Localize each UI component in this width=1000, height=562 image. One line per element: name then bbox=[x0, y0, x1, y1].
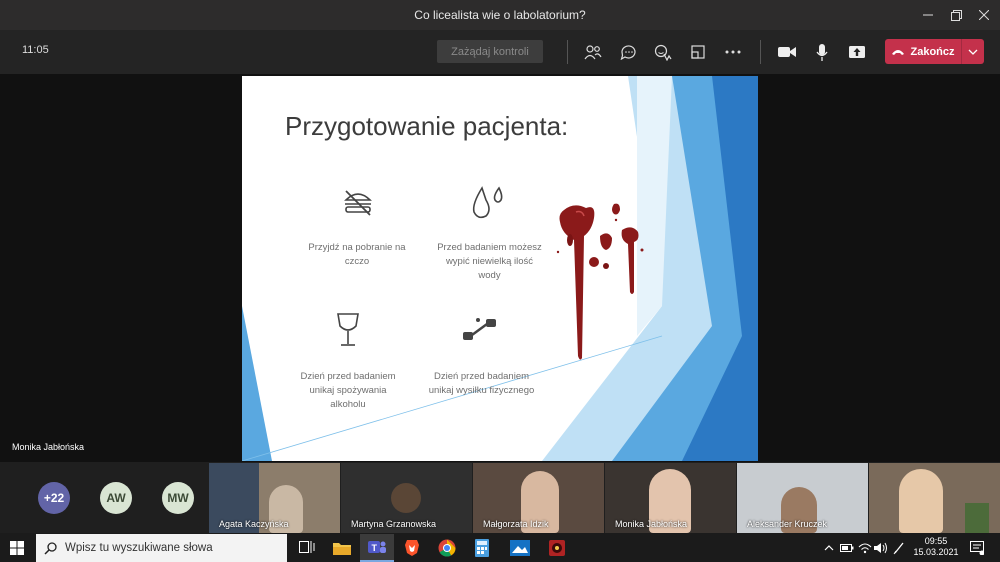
end-call-options-button[interactable] bbox=[962, 39, 984, 64]
search-icon bbox=[44, 541, 57, 555]
taskbar-search-box[interactable]: Wpisz tu wyszukiwane słowa bbox=[36, 534, 287, 562]
plant-background bbox=[965, 503, 989, 533]
notifications-icon bbox=[970, 541, 984, 555]
participant-name: Monika Jabłońska bbox=[615, 519, 688, 529]
participant-avatar-image bbox=[391, 483, 421, 513]
svg-text:T: T bbox=[372, 543, 378, 553]
window-title: Co licealista wie o labolatorium? bbox=[414, 8, 586, 22]
share-screen-button[interactable] bbox=[844, 39, 870, 65]
taskbar-app-photos[interactable] bbox=[503, 534, 537, 562]
hang-up-icon bbox=[892, 49, 905, 55]
battery-tray-icon[interactable] bbox=[838, 539, 856, 557]
share-icon bbox=[849, 46, 865, 58]
start-button[interactable] bbox=[0, 534, 34, 562]
battery-icon bbox=[840, 544, 854, 552]
taskbar-date: 15.03.2021 bbox=[913, 547, 959, 557]
participant-video-tile[interactable]: Aleksander Kruczek bbox=[737, 463, 868, 533]
breakout-rooms-button[interactable] bbox=[685, 39, 711, 65]
end-call-label: Zakończ bbox=[910, 45, 955, 58]
calculator-icon bbox=[475, 539, 489, 557]
participant-video-tile[interactable]: Martyna Grzanowska bbox=[341, 463, 472, 533]
rooms-icon bbox=[691, 45, 705, 59]
chat-button[interactable] bbox=[615, 39, 641, 65]
volume-icon bbox=[874, 542, 887, 554]
wifi-icon bbox=[858, 543, 872, 554]
participant-name: Martyna Grzanowska bbox=[351, 519, 437, 529]
no-food-icon bbox=[344, 190, 372, 216]
toolbar-divider bbox=[567, 40, 568, 64]
reactions-button[interactable] bbox=[650, 39, 676, 65]
presentation-slide: Przygotowanie pacjenta: Przyjdź na pobra… bbox=[242, 76, 758, 461]
close-button[interactable] bbox=[968, 0, 1000, 30]
teams-icon: T bbox=[368, 541, 386, 553]
reactions-icon bbox=[654, 44, 672, 61]
microphone-button[interactable] bbox=[809, 39, 835, 65]
participants-icon bbox=[584, 45, 602, 60]
taskbar-time: 09:55 bbox=[924, 536, 948, 546]
taskbar-app-teams[interactable]: T bbox=[360, 534, 394, 562]
camera-button[interactable] bbox=[774, 39, 800, 65]
avatar[interactable]: AW bbox=[100, 482, 132, 514]
presenter-name: Monika Jabłońska bbox=[12, 442, 85, 452]
participant-name: Aleksander Kruczek bbox=[747, 519, 828, 529]
request-control-button[interactable]: Zażądaj kontroli bbox=[437, 40, 543, 63]
search-placeholder: Wpisz tu wyszukiwane słowa bbox=[65, 542, 213, 554]
more-icon bbox=[725, 50, 741, 54]
action-center-button[interactable] bbox=[968, 539, 986, 557]
more-options-button[interactable] bbox=[720, 39, 746, 65]
call-duration: 11:05 bbox=[22, 44, 49, 56]
chevron-up-icon bbox=[824, 545, 834, 551]
participant-name: Agata Kaczyńska bbox=[219, 519, 289, 529]
slide-item-caption: Przed badaniem możesz wypić niewielką il… bbox=[437, 242, 542, 281]
chat-icon bbox=[620, 45, 636, 60]
taskbar-app-file-explorer[interactable] bbox=[325, 534, 359, 562]
taskbar-app-chrome[interactable] bbox=[430, 534, 464, 562]
taskbar-app-game[interactable] bbox=[540, 534, 574, 562]
slide-item-caption: Dzień przed badaniem unikaj wysiłku fizy… bbox=[428, 371, 535, 396]
end-call-button[interactable]: Zakończ bbox=[885, 39, 984, 64]
chevron-down-icon bbox=[968, 49, 978, 55]
participant-silhouette bbox=[899, 469, 943, 533]
minimize-icon bbox=[923, 14, 933, 16]
game-icon bbox=[549, 540, 565, 556]
windows-logo-icon bbox=[10, 541, 24, 555]
chrome-icon bbox=[438, 539, 456, 557]
avatar[interactable]: MW bbox=[162, 482, 194, 514]
taskbar-app-brave[interactable] bbox=[395, 534, 429, 562]
participant-name: Małgorzata Idzik bbox=[483, 519, 549, 529]
wine-glass-icon bbox=[337, 313, 359, 346]
folder-icon bbox=[333, 543, 351, 555]
task-view-icon bbox=[299, 541, 315, 553]
dumbbell-icon bbox=[463, 318, 496, 340]
end-call-main[interactable]: Zakończ bbox=[885, 39, 961, 64]
water-drops-icon bbox=[472, 186, 503, 219]
taskbar-app-calculator[interactable] bbox=[465, 534, 499, 562]
blood-splatter-image bbox=[556, 203, 644, 360]
pen-tray-icon[interactable] bbox=[890, 539, 908, 557]
participant-video-tile[interactable]: Agata Kaczyńska bbox=[209, 463, 340, 533]
toolbar-divider bbox=[760, 40, 761, 64]
participants-button[interactable] bbox=[580, 39, 606, 65]
restore-icon bbox=[950, 9, 962, 21]
mic-icon bbox=[816, 43, 828, 61]
brave-icon bbox=[405, 540, 419, 556]
volume-tray-icon[interactable] bbox=[872, 539, 890, 557]
slide-title: Przygotowanie pacjenta: bbox=[285, 111, 569, 141]
photos-icon bbox=[510, 540, 530, 556]
show-hidden-icons-button[interactable] bbox=[820, 539, 838, 557]
camera-icon bbox=[778, 47, 796, 57]
close-icon bbox=[979, 10, 989, 20]
taskbar-clock[interactable]: 09:55 15.03.2021 bbox=[910, 536, 962, 558]
participant-video-tile[interactable]: Małgorzata Idzik bbox=[473, 463, 604, 533]
slide-item-caption: Przyjdź na pobranie na czczo bbox=[308, 242, 406, 267]
participant-video-tile[interactable]: Monika Jabłońska bbox=[605, 463, 736, 533]
slide-item-caption: Dzień przed badaniem unikaj spożywania a… bbox=[300, 371, 396, 410]
more-participants-button[interactable]: +22 bbox=[38, 482, 70, 514]
task-view-button[interactable] bbox=[290, 534, 324, 562]
participant-video-tile[interactable] bbox=[869, 463, 1000, 533]
pen-icon bbox=[893, 542, 904, 555]
